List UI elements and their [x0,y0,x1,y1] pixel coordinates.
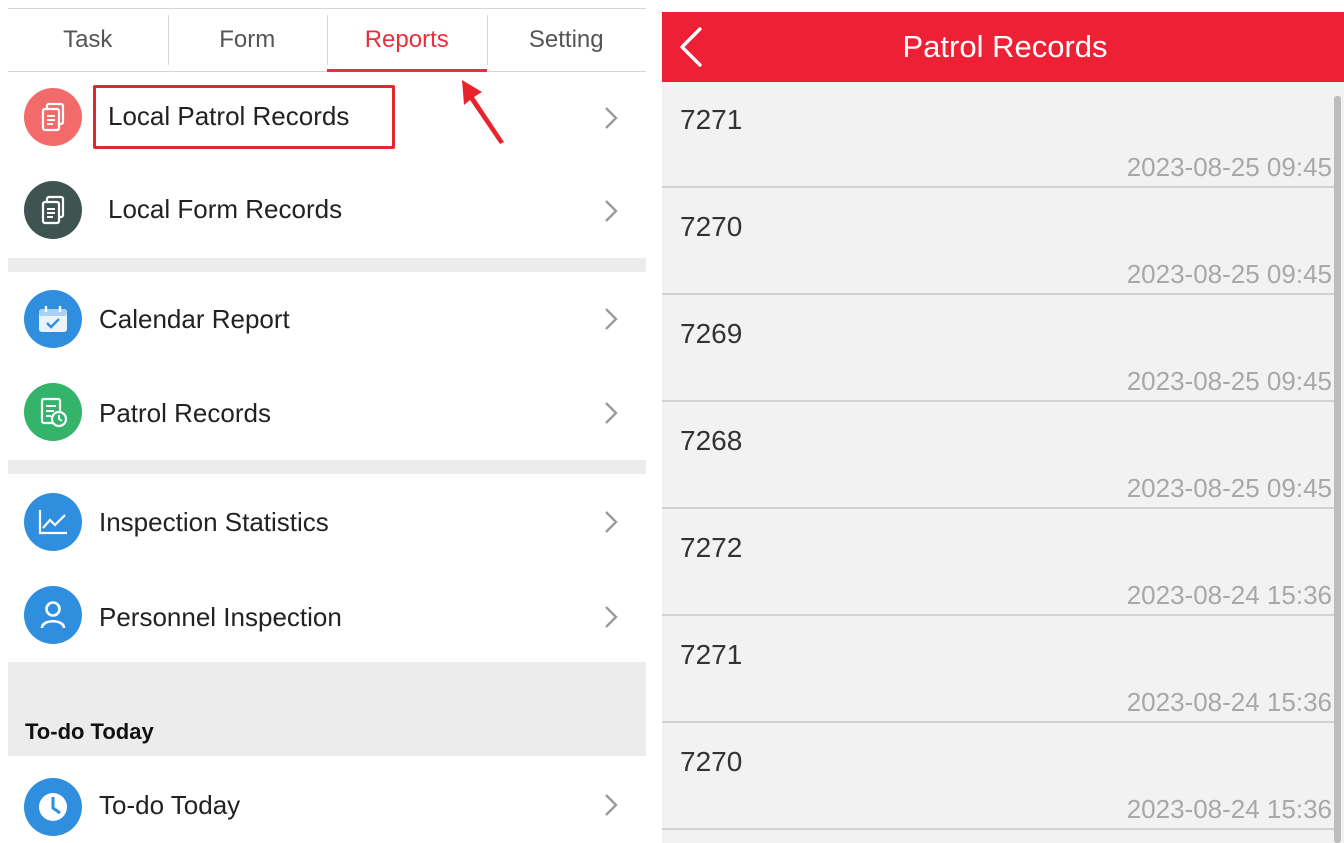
chevron-right-icon [605,107,618,129]
menu-item-personnel-inspection[interactable]: Personnel Inspection [8,570,646,662]
menu-item-calendar-report[interactable]: Calendar Report [8,272,646,366]
record-list-item[interactable]: 7271 2023-08-25 09:45 [662,82,1334,188]
document-icon [24,88,82,146]
record-id: 7272 [680,532,743,563]
record-timestamp: 2023-08-25 09:45 [1126,259,1332,289]
record-list-item[interactable]: 7270 2023-08-25 09:45 [662,189,1334,295]
menu-item-todo-today[interactable]: To-do Today [8,756,646,843]
record-list-item[interactable]: 7268 2023-08-25 09:45 [662,403,1334,509]
menu-item-label: Local Form Records [108,194,343,224]
tab-reports[interactable]: Reports [327,9,487,72]
chevron-right-icon [605,308,618,330]
record-list-item[interactable]: 7271 2023-08-24 15:36 [662,617,1334,723]
record-list-item[interactable]: 7272 2023-08-24 15:36 [662,510,1334,616]
record-list-item[interactable]: 7269 2023-08-25 09:45 [662,296,1334,402]
tab-form[interactable]: Form [167,9,328,71]
section-divider [8,258,646,272]
patrol-records-screen: Patrol Records 7271 2023-08-25 09:45 727… [662,12,1344,843]
calendar-icon [24,290,82,348]
tab-bar: Task Form Reports Setting [8,8,646,72]
clipboard-clock-icon [24,383,82,441]
chevron-right-icon [605,511,618,533]
document-icon [24,181,82,239]
red-arrow-annotation-icon [462,80,504,144]
menu-item-label: Inspection Statistics [99,507,329,537]
page-title: Patrol Records [902,29,1108,64]
section-title-todo-today: To-do Today [25,719,154,744]
tab-setting[interactable]: Setting [486,9,647,71]
record-id: 7271 [680,104,743,135]
chevron-right-icon [605,402,618,424]
record-id: 7270 [680,211,743,242]
header-bar: Patrol Records [662,12,1344,82]
menu-item-label: Patrol Records [99,398,271,428]
chevron-right-icon [605,794,618,816]
record-timestamp: 2023-08-25 09:45 [1126,366,1332,396]
reports-screen: Task Form Reports Setting Local Patrol R… [8,8,646,843]
clock-icon [24,778,82,836]
record-timestamp: 2023-08-25 09:45 [1126,473,1332,503]
record-timestamp: 2023-08-25 09:45 [1126,152,1332,182]
record-id: 7269 [680,318,743,349]
record-timestamp: 2023-08-24 15:36 [1126,687,1332,717]
tab-task[interactable]: Task [8,9,168,71]
record-id: 7271 [680,639,743,670]
record-id: 7268 [680,425,743,456]
record-list-item[interactable]: 7270 2023-08-24 15:36 [662,724,1334,830]
chevron-right-icon [605,200,618,222]
menu-item-label: Calendar Report [99,304,290,334]
record-timestamp: 2023-08-24 15:36 [1126,580,1332,610]
line-chart-icon [24,493,82,551]
menu-item-label: To-do Today [99,790,241,820]
record-timestamp: 2023-08-24 15:36 [1126,794,1332,824]
chevron-right-icon [605,606,618,628]
menu-item-inspection-statistics[interactable]: Inspection Statistics [8,474,646,570]
menu-item-local-form-records[interactable]: Local Form Records [8,162,646,258]
menu-item-label: Personnel Inspection [99,602,342,632]
person-icon [24,586,82,644]
scrollbar[interactable] [1334,96,1341,843]
menu-item-patrol-records[interactable]: Patrol Records [8,366,646,460]
section-divider [8,460,646,474]
record-id: 7270 [680,746,743,777]
highlight-box-annotation [93,85,395,149]
